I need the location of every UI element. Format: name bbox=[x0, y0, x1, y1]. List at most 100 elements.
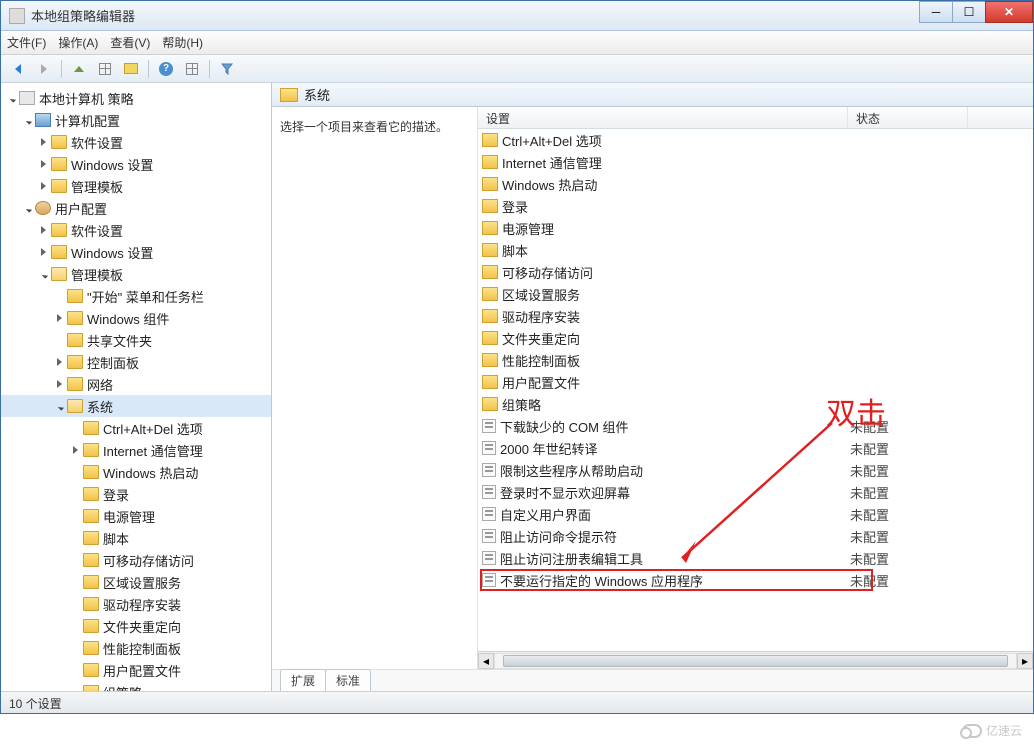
tree-user-software[interactable]: 软件设置 bbox=[1, 219, 271, 241]
tree-system[interactable]: 系统 bbox=[1, 395, 271, 417]
list-header: 设置 状态 bbox=[478, 107, 1033, 129]
list-row-setting[interactable]: 不要运行指定的 Windows 应用程序未配置 bbox=[478, 569, 1033, 591]
list-row-folder[interactable]: 脚本 bbox=[478, 239, 1033, 261]
tree-user-config[interactable]: 用户配置 bbox=[1, 197, 271, 219]
menu-action[interactable]: 操作(A) bbox=[58, 34, 98, 51]
up-button[interactable] bbox=[68, 58, 90, 80]
watermark-text: 亿速云 bbox=[986, 722, 1022, 739]
column-status[interactable]: 状态 bbox=[848, 107, 968, 128]
list-row-folder[interactable]: 文件夹重定向 bbox=[478, 327, 1033, 349]
list-row-setting[interactable]: 2000 年世纪转译未配置 bbox=[478, 437, 1033, 459]
list-item-label: 2000 年世纪转译 bbox=[500, 439, 850, 458]
tree-removable-storage[interactable]: 可移动存储访问 bbox=[1, 549, 271, 571]
tree-network[interactable]: 网络 bbox=[1, 373, 271, 395]
tree-locale-services[interactable]: 区域设置服务 bbox=[1, 571, 271, 593]
list-row-folder[interactable]: 用户配置文件 bbox=[478, 371, 1033, 393]
list-item-label: 区域设置服务 bbox=[502, 285, 852, 304]
folder-icon bbox=[482, 155, 498, 169]
tree-panel[interactable]: 本地计算机 策略 计算机配置 软件设置 Windows 设置 管理模板 用户配置… bbox=[1, 83, 272, 691]
list-body[interactable]: Ctrl+Alt+Del 选项Internet 通信管理Windows 热启动登… bbox=[478, 129, 1033, 651]
tree-shared-folders[interactable]: 共享文件夹 bbox=[1, 329, 271, 351]
minimize-button[interactable]: ─ bbox=[919, 1, 953, 23]
folder-icon bbox=[482, 177, 498, 191]
description-panel: 选择一个项目来查看它的描述。 bbox=[272, 107, 478, 669]
menu-help[interactable]: 帮助(H) bbox=[162, 34, 203, 51]
tree-internet-comm[interactable]: Internet 通信管理 bbox=[1, 439, 271, 461]
tree-windows-hotstart[interactable]: Windows 热启动 bbox=[1, 461, 271, 483]
menubar: 文件(F) 操作(A) 查看(V) 帮助(H) bbox=[1, 31, 1033, 55]
folder-icon bbox=[482, 375, 498, 389]
tree-admin-templates[interactable]: 管理模板 bbox=[1, 175, 271, 197]
list-row-folder[interactable]: Ctrl+Alt+Del 选项 bbox=[478, 129, 1033, 151]
list-row-folder[interactable]: 性能控制面板 bbox=[478, 349, 1033, 371]
menu-view[interactable]: 查看(V) bbox=[110, 34, 150, 51]
list-item-label: 阻止访问命令提示符 bbox=[500, 527, 850, 546]
tab-standard[interactable]: 标准 bbox=[325, 669, 371, 691]
tree-control-panel[interactable]: 控制面板 bbox=[1, 351, 271, 373]
tree-logon[interactable]: 登录 bbox=[1, 483, 271, 505]
folder-icon bbox=[482, 265, 498, 279]
folder-icon bbox=[482, 397, 498, 411]
list-item-label: Internet 通信管理 bbox=[502, 153, 852, 172]
tree-windows-settings[interactable]: Windows 设置 bbox=[1, 153, 271, 175]
list-item-label: 电源管理 bbox=[502, 219, 852, 238]
tree-start-menu[interactable]: "开始" 菜单和任务栏 bbox=[1, 285, 271, 307]
help-button[interactable]: ? bbox=[155, 58, 177, 80]
tree-scripts[interactable]: 脚本 bbox=[1, 527, 271, 549]
tree-software-settings[interactable]: 软件设置 bbox=[1, 131, 271, 153]
folder-icon bbox=[482, 199, 498, 213]
tree-folder-redirect[interactable]: 文件夹重定向 bbox=[1, 615, 271, 637]
folder-icon bbox=[482, 331, 498, 345]
list-row-folder[interactable]: Internet 通信管理 bbox=[478, 151, 1033, 173]
tree-power-management[interactable]: 电源管理 bbox=[1, 505, 271, 527]
filter-button[interactable] bbox=[216, 58, 238, 80]
setting-icon bbox=[482, 529, 496, 543]
list-item-status: 未配置 bbox=[850, 527, 889, 546]
tree-driver-install[interactable]: 驱动程序安装 bbox=[1, 593, 271, 615]
back-button[interactable] bbox=[7, 58, 29, 80]
column-setting[interactable]: 设置 bbox=[478, 107, 848, 128]
bottom-tabs: 扩展 标准 bbox=[272, 669, 1033, 691]
export-button[interactable] bbox=[120, 58, 142, 80]
tree-ctrl-alt-del[interactable]: Ctrl+Alt+Del 选项 bbox=[1, 417, 271, 439]
list-row-setting[interactable]: 限制这些程序从帮助启动未配置 bbox=[478, 459, 1033, 481]
menu-file[interactable]: 文件(F) bbox=[7, 34, 46, 51]
properties-button[interactable] bbox=[181, 58, 203, 80]
tree-user-windows[interactable]: Windows 设置 bbox=[1, 241, 271, 263]
close-button[interactable]: ✕ bbox=[985, 1, 1033, 23]
list-row-folder[interactable]: 电源管理 bbox=[478, 217, 1033, 239]
tree-group-policy[interactable]: 组策略 bbox=[1, 681, 271, 691]
list-row-setting[interactable]: 下载缺少的 COM 组件未配置 bbox=[478, 415, 1033, 437]
titlebar: 本地组策略编辑器 ─ ☐ ✕ bbox=[1, 1, 1033, 31]
list-row-folder[interactable]: 组策略 bbox=[478, 393, 1033, 415]
maximize-button[interactable]: ☐ bbox=[952, 1, 986, 23]
horizontal-scrollbar[interactable]: ◂ ▸ bbox=[478, 651, 1033, 669]
list-item-label: 文件夹重定向 bbox=[502, 329, 852, 348]
tree-windows-components[interactable]: Windows 组件 bbox=[1, 307, 271, 329]
list-row-setting[interactable]: 登录时不显示欢迎屏幕未配置 bbox=[478, 481, 1033, 503]
list-item-label: 登录 bbox=[502, 197, 852, 216]
tree-computer-config[interactable]: 计算机配置 bbox=[1, 109, 271, 131]
list-row-setting[interactable]: 自定义用户界面未配置 bbox=[478, 503, 1033, 525]
setting-icon bbox=[482, 441, 496, 455]
list-row-setting[interactable]: 阻止访问命令提示符未配置 bbox=[478, 525, 1033, 547]
forward-button[interactable] bbox=[33, 58, 55, 80]
list-item-label: 组策略 bbox=[502, 395, 852, 414]
list-row-setting[interactable]: 阻止访问注册表编辑工具未配置 bbox=[478, 547, 1033, 569]
list-row-folder[interactable]: 区域设置服务 bbox=[478, 283, 1033, 305]
tree-user-profiles[interactable]: 用户配置文件 bbox=[1, 659, 271, 681]
tree-perf-control[interactable]: 性能控制面板 bbox=[1, 637, 271, 659]
tree-root[interactable]: 本地计算机 策略 bbox=[1, 87, 271, 109]
list-row-folder[interactable]: 可移动存储访问 bbox=[478, 261, 1033, 283]
right-panel: 系统 选择一个项目来查看它的描述。 设置 状态 Ctrl+Alt+Del 选项I… bbox=[272, 83, 1033, 691]
description-text: 选择一个项目来查看它的描述。 bbox=[280, 120, 448, 134]
window-title: 本地组策略编辑器 bbox=[31, 6, 1033, 25]
list-row-folder[interactable]: Windows 热启动 bbox=[478, 173, 1033, 195]
list-row-folder[interactable]: 驱动程序安装 bbox=[478, 305, 1033, 327]
list-item-status: 未配置 bbox=[850, 483, 889, 502]
tree-user-admin-templates[interactable]: 管理模板 bbox=[1, 263, 271, 285]
list-item-label: 用户配置文件 bbox=[502, 373, 852, 392]
show-hide-tree-button[interactable] bbox=[94, 58, 116, 80]
list-row-folder[interactable]: 登录 bbox=[478, 195, 1033, 217]
tab-extended[interactable]: 扩展 bbox=[280, 669, 326, 691]
